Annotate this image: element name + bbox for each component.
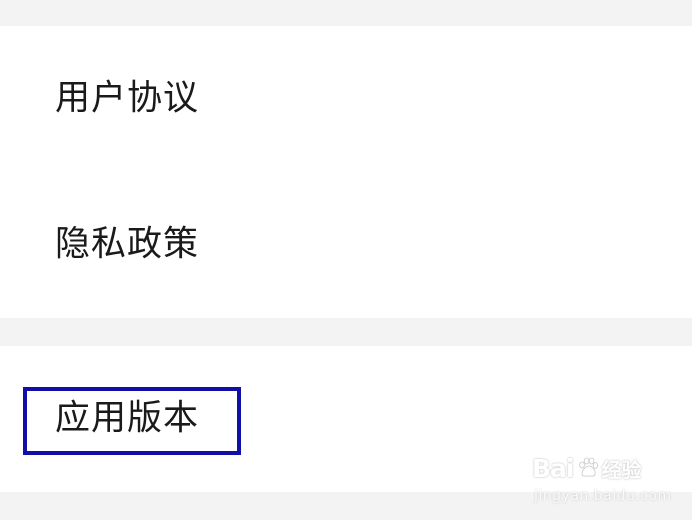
user-agreement-item[interactable]: 用户协议 (0, 26, 692, 172)
privacy-policy-label: 隐私政策 (55, 224, 200, 265)
top-separator (0, 0, 692, 26)
settings-group-legal: 用户协议 隐私政策 (0, 26, 692, 318)
privacy-policy-item[interactable]: 隐私政策 (0, 172, 692, 318)
settings-group-app: 应用版本 (0, 346, 692, 492)
user-agreement-label: 用户协议 (55, 78, 200, 119)
app-version-item[interactable]: 应用版本 (0, 346, 692, 492)
app-version-label: 应用版本 (55, 398, 200, 439)
